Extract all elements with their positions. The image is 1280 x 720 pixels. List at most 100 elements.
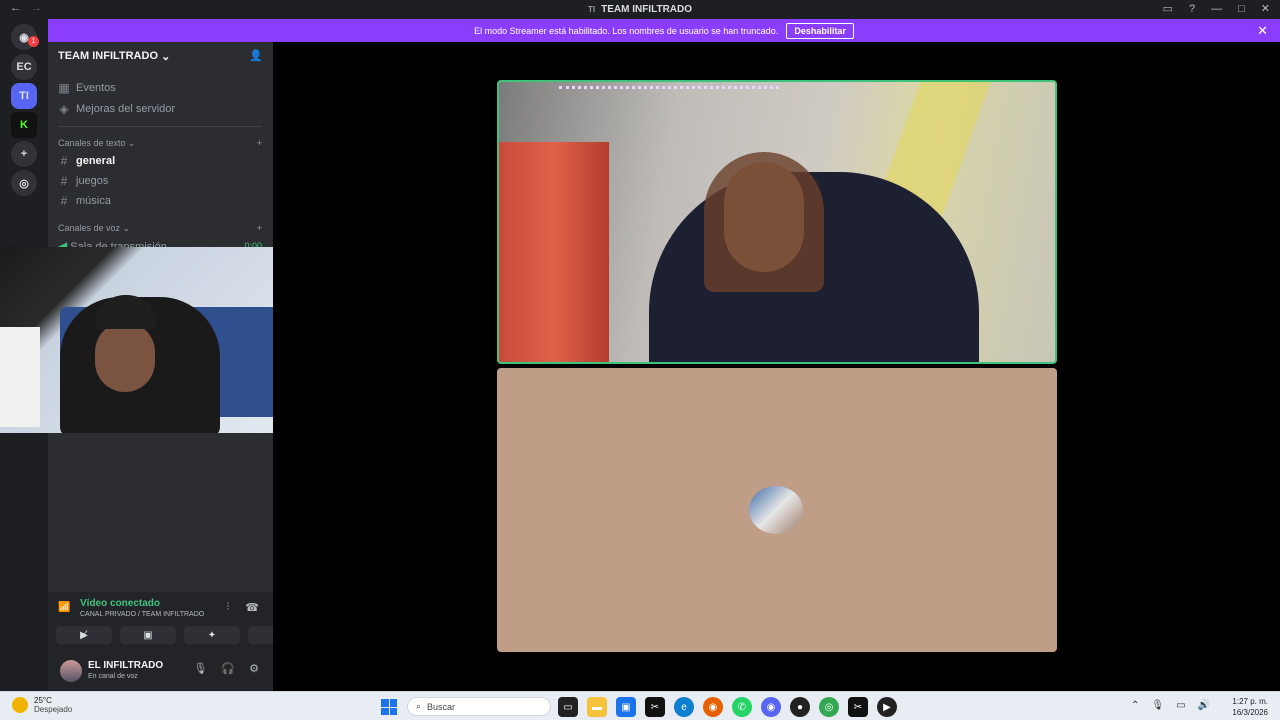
discover-icon[interactable]: ◎ bbox=[11, 170, 37, 196]
username: EL INFILTRADO bbox=[88, 660, 164, 671]
signal-icon: 📶 bbox=[58, 602, 71, 613]
network-icon[interactable]: ▭ bbox=[1176, 700, 1185, 711]
participant-face bbox=[724, 162, 804, 272]
window-controls: ▭ ? — □ ✕ bbox=[1163, 2, 1270, 16]
taskbar-apps: ▭ ▬ ▣ ✂ e ◉ ✆ ◉ ● ◎ ✂ ▶ bbox=[558, 697, 897, 717]
obs-icon[interactable]: ● bbox=[790, 697, 810, 717]
system-tray: ⌃ 🎙 ▭ 🔊 bbox=[1131, 700, 1210, 711]
task-view-icon[interactable]: ▭ bbox=[558, 697, 578, 717]
whatsapp-icon[interactable]: ✆ bbox=[732, 697, 752, 717]
user-status: En canal de voz bbox=[88, 673, 138, 680]
media-player-icon[interactable]: ▶ bbox=[877, 697, 897, 717]
gear-icon[interactable]: ⚙ bbox=[249, 662, 259, 675]
channel-label: música bbox=[76, 195, 111, 207]
firefox-icon[interactable]: ◉ bbox=[703, 697, 723, 717]
discord-taskbar-icon[interactable]: ◉ bbox=[761, 697, 781, 717]
hashtag-icon: # bbox=[60, 154, 68, 168]
channel-label: general bbox=[76, 155, 116, 167]
headphones-icon[interactable]: 🎧 bbox=[221, 662, 235, 675]
windows-start-icon[interactable] bbox=[381, 699, 397, 715]
sidebar-item-label: Mejoras del servidor bbox=[76, 103, 176, 115]
minimize-icon[interactable]: — bbox=[1211, 3, 1222, 15]
window-title: TI TEAM INFILTRADO bbox=[0, 4, 1280, 15]
temperature: 25°C bbox=[34, 696, 52, 705]
sidebar-item-label: Eventos bbox=[76, 82, 116, 94]
edge-icon[interactable]: e bbox=[674, 697, 694, 717]
channel-general[interactable]: # general bbox=[58, 154, 115, 168]
avatar[interactable] bbox=[60, 660, 82, 682]
streamer-face bbox=[95, 322, 155, 392]
led-lights bbox=[559, 86, 779, 116]
clock-date: 16/3/2026 bbox=[1232, 708, 1268, 717]
server-team-infiltrado[interactable]: TI bbox=[11, 83, 37, 109]
store-icon[interactable]: ▣ bbox=[616, 697, 636, 717]
window-title-text: TEAM INFILTRADO bbox=[601, 4, 693, 15]
noise-suppression-icon[interactable]: ⫶ bbox=[227, 601, 230, 614]
add-channel-icon[interactable]: + bbox=[257, 223, 262, 234]
voice-status-subtitle[interactable]: CANAL PRIVADO / TEAM INFILTRADO bbox=[80, 611, 204, 618]
sidebar-item-boosts[interactable]: ◈ Mejoras del servidor bbox=[58, 102, 175, 116]
microphone-icon[interactable]: 🎙 bbox=[193, 662, 207, 675]
windows-taskbar: 25°C Despejado ⌕ Buscar ▭ ▬ ▣ ✂ e ◉ ✆ ◉ ● … bbox=[0, 691, 1280, 720]
weather-widget[interactable]: 25°C Despejado bbox=[12, 696, 72, 714]
kick-server-icon[interactable]: K bbox=[11, 112, 37, 138]
disconnect-icon[interactable]: ☎ bbox=[245, 601, 259, 614]
volume-icon[interactable]: 🔊 bbox=[1198, 700, 1210, 711]
maximize-icon[interactable]: □ bbox=[1238, 3, 1245, 15]
channel-juegos[interactable]: # juegos bbox=[58, 174, 109, 188]
hashtag-icon: # bbox=[60, 194, 68, 208]
taskbar-clock[interactable]: 1:27 p. m. 16/3/2026 bbox=[1232, 696, 1268, 718]
chevron-down-icon: ⌄ bbox=[161, 50, 171, 63]
calendar-icon: ▦ bbox=[58, 81, 70, 95]
video-tile-avatar[interactable] bbox=[497, 368, 1057, 652]
chevron-up-icon[interactable]: ⌃ bbox=[1131, 700, 1139, 711]
participant-avatar bbox=[749, 486, 803, 534]
unread-badge: 1 bbox=[28, 36, 39, 47]
search-placeholder: Buscar bbox=[427, 701, 456, 712]
category-label: Canales de texto bbox=[58, 138, 126, 148]
weather-text: Despejado bbox=[34, 705, 73, 714]
nightstand-shape bbox=[0, 327, 40, 427]
capcut-icon[interactable]: ✂ bbox=[645, 697, 665, 717]
window-titlebar: ← → TI TEAM INFILTRADO ▭ ? — □ ✕ bbox=[0, 0, 1280, 19]
clock-time: 1:27 p. m. bbox=[1232, 697, 1268, 706]
category-voice-channels[interactable]: Canales de voz ⌄ + bbox=[58, 223, 262, 234]
search-icon: ⌕ bbox=[416, 701, 422, 711]
user-panel: EL INFILTRADO En canal de voz 🎙 🎧 ⚙ bbox=[48, 652, 273, 691]
close-banner-icon[interactable]: ✕ bbox=[1257, 23, 1268, 39]
channel-musica[interactable]: # música bbox=[58, 194, 111, 208]
add-channel-icon[interactable]: + bbox=[257, 138, 262, 149]
camera-off-button[interactable]: ▶̸ bbox=[56, 626, 112, 644]
curtain-shape bbox=[499, 142, 609, 362]
inbox-icon[interactable]: ▭ bbox=[1163, 2, 1173, 15]
voice-status-title[interactable]: Vídeo conectado bbox=[80, 598, 160, 609]
category-text-channels[interactable]: Canales de texto ⌄ + bbox=[58, 138, 262, 149]
server-name: TEAM INFILTRADO bbox=[58, 50, 159, 62]
share-screen-button[interactable]: ▣ bbox=[120, 626, 176, 644]
banner-text: El modo Streamer está habilitado. Los no… bbox=[474, 25, 779, 36]
help-icon[interactable]: ? bbox=[1189, 3, 1195, 15]
moon-icon bbox=[12, 697, 28, 713]
category-label: Canales de voz bbox=[58, 223, 121, 233]
chrome-icon[interactable]: ◎ bbox=[819, 697, 839, 717]
capcut-2-icon[interactable]: ✂ bbox=[848, 697, 868, 717]
channel-label: juegos bbox=[76, 175, 109, 187]
server-initials: TI bbox=[587, 5, 596, 14]
boost-icon: ◈ bbox=[59, 102, 69, 116]
streamer-mode-banner: El modo Streamer está habilitado. Los no… bbox=[48, 19, 1280, 42]
activities-button[interactable]: ✦ bbox=[184, 626, 240, 644]
server-ec[interactable]: EC bbox=[11, 54, 37, 80]
mic-tray-icon[interactable]: 🎙 bbox=[1151, 700, 1164, 711]
server-header[interactable]: TEAM INFILTRADO ⌄ 👤 bbox=[48, 42, 273, 70]
voice-connection-panel: 📶 Vídeo conectado CANAL PRIVADO / TEAM I… bbox=[48, 592, 304, 691]
divider bbox=[58, 126, 262, 127]
sidebar-item-events[interactable]: ▦ Eventos bbox=[58, 81, 116, 95]
hashtag-icon: # bbox=[60, 174, 68, 188]
close-window-icon[interactable]: ✕ bbox=[1261, 2, 1270, 15]
file-explorer-icon[interactable]: ▬ bbox=[587, 697, 607, 717]
disable-streamer-button[interactable]: Deshabilitar bbox=[786, 22, 854, 39]
add-server-icon[interactable]: + bbox=[11, 141, 37, 167]
video-tile-camera[interactable] bbox=[497, 80, 1057, 364]
taskbar-search[interactable]: ⌕ Buscar bbox=[407, 697, 551, 716]
invite-people-icon[interactable]: 👤 bbox=[249, 49, 263, 62]
